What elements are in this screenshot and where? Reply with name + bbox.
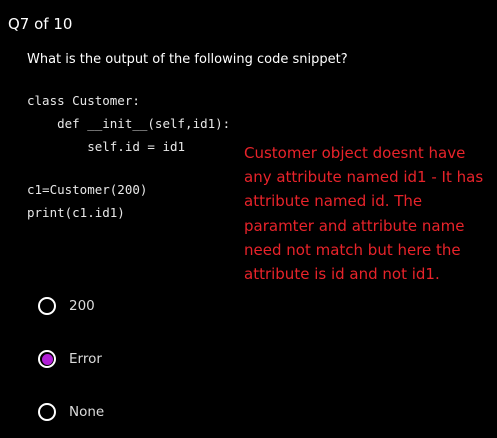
option-none[interactable]: None [38, 400, 104, 424]
code-line-5: print(c1.id1) [27, 205, 125, 220]
radio-dot-icon [41, 353, 53, 365]
radio-selected-icon[interactable] [38, 350, 56, 368]
option-200[interactable]: 200 [38, 294, 95, 318]
question-progress: Q7 of 10 [8, 15, 73, 33]
code-line-2: def __init__(self,id1): [27, 116, 231, 131]
option-label: 200 [69, 298, 95, 314]
radio-unselected-icon[interactable] [38, 297, 56, 315]
explanation-annotation: Customer object doesnt have any attribut… [244, 144, 484, 284]
option-error[interactable]: Error [38, 347, 102, 371]
code-line-3: self.id = id1 [27, 139, 186, 154]
question-text: What is the output of the following code… [27, 52, 348, 67]
code-line-4: c1=Customer(200) [27, 182, 148, 197]
code-line-1: class Customer: [27, 93, 140, 108]
radio-unselected-icon[interactable] [38, 403, 56, 421]
option-label: None [69, 404, 105, 420]
option-label: Error [69, 351, 102, 367]
